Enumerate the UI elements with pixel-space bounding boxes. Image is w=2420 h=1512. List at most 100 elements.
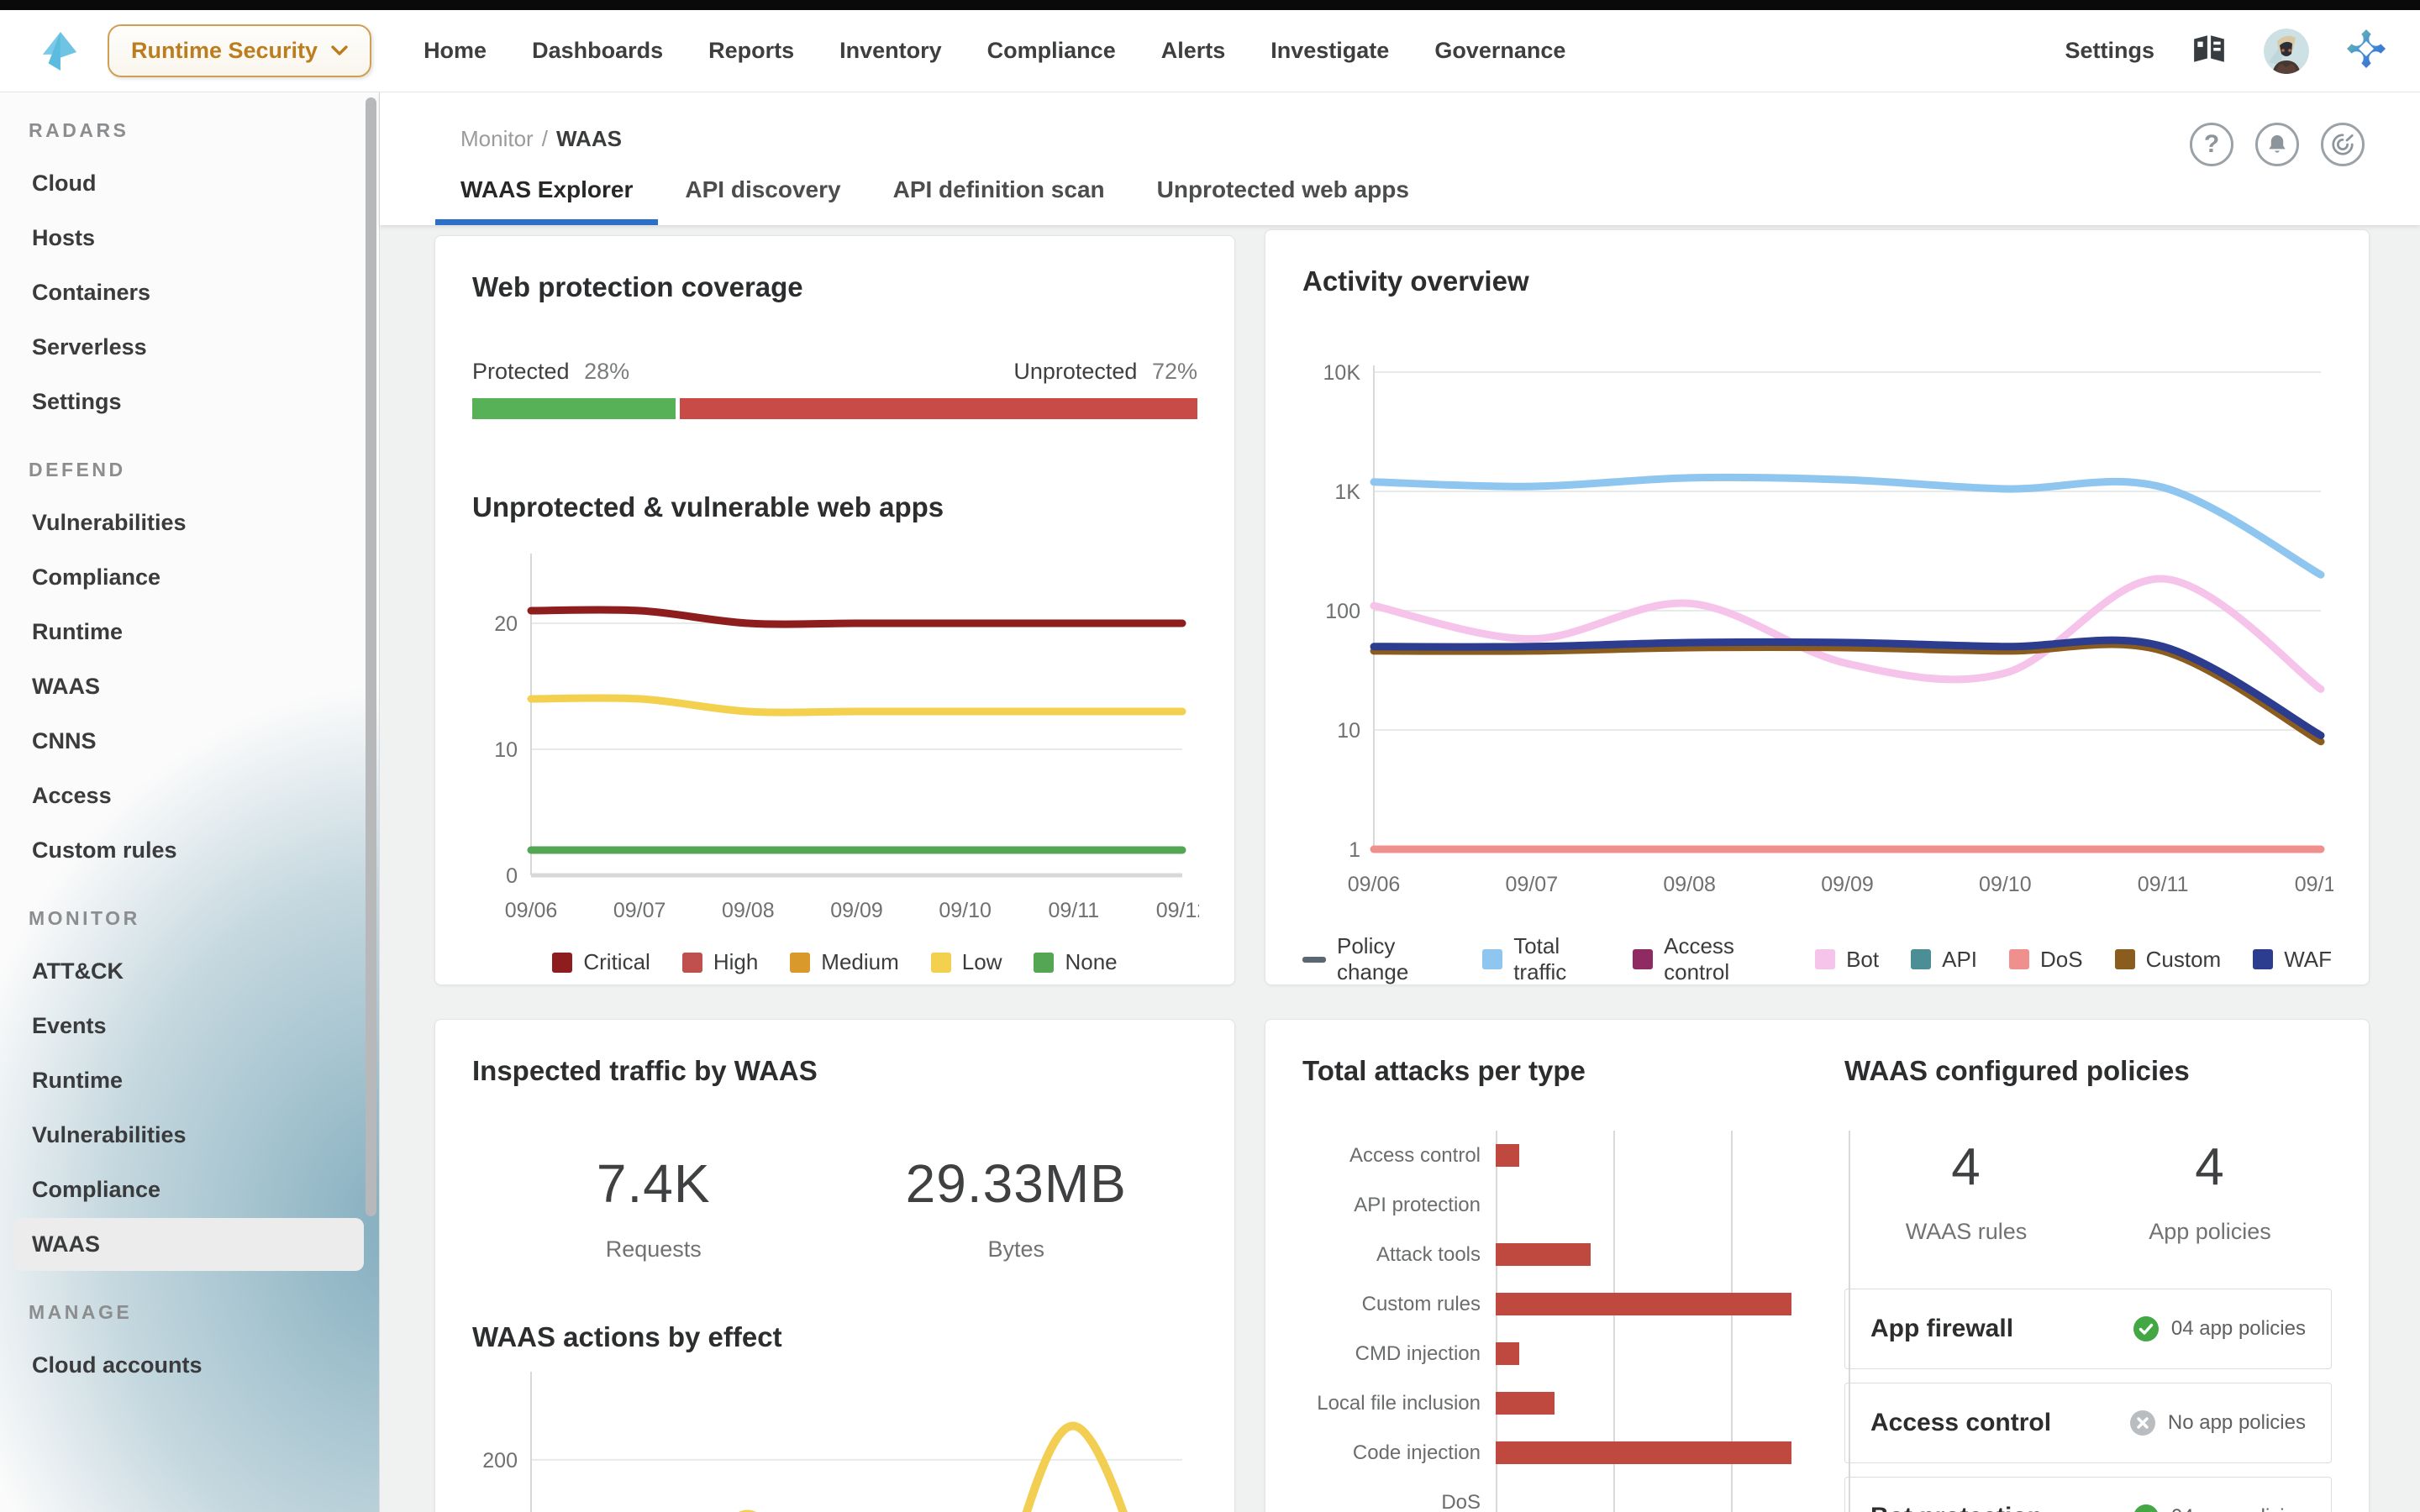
sidebar-item-monitor-att-ck[interactable]: ATT&CK xyxy=(13,945,364,998)
bar-value[interactable] xyxy=(1496,1392,1555,1415)
sidebar-item-defend-access[interactable]: Access xyxy=(13,769,364,822)
legend-swatch-medium xyxy=(790,953,810,973)
bar-label: CMD injection xyxy=(1302,1342,1496,1366)
tab-api-definition-scan[interactable]: API definition scan xyxy=(893,176,1105,225)
nav-item-alerts[interactable]: Alerts xyxy=(1161,38,1226,64)
bar-value[interactable] xyxy=(1496,1144,1519,1167)
legend-swatch-api xyxy=(1911,949,1931,969)
bar-value[interactable] xyxy=(1496,1293,1791,1315)
svg-text:0: 0 xyxy=(506,864,518,888)
legend-item-api[interactable]: API xyxy=(1911,947,1977,973)
svg-text:09/10: 09/10 xyxy=(939,899,992,922)
notifications-bell-icon[interactable] xyxy=(2255,123,2299,166)
sidebar-item-radars-settings[interactable]: Settings xyxy=(13,375,364,428)
sidebar-item-defend-vulnerabilities[interactable]: Vulnerabilities xyxy=(13,496,364,549)
sidebar-scrollbar[interactable] xyxy=(366,97,376,1216)
card-attacks-and-policies: Total attacks per type Access controlAPI… xyxy=(1265,1019,2370,1512)
policy-status: 04 app policies xyxy=(2133,1315,2306,1342)
legend-label: Low xyxy=(962,949,1002,975)
policy-row-bot-protection[interactable]: Bot protection04 app policies xyxy=(1844,1477,2332,1512)
tab-api-discovery[interactable]: API discovery xyxy=(685,176,840,225)
prisma-star-icon[interactable] xyxy=(2346,29,2386,73)
sidebar-item-radars-cloud[interactable]: Cloud xyxy=(13,157,364,210)
legend-item-none[interactable]: None xyxy=(1034,949,1117,975)
nav-item-investigate[interactable]: Investigate xyxy=(1270,38,1389,64)
legend-item-custom[interactable]: Custom xyxy=(2115,947,2222,973)
nav-item-compliance[interactable]: Compliance xyxy=(987,38,1116,64)
prisma-compute-logo-icon[interactable] xyxy=(40,29,79,73)
sidebar-item-radars-containers[interactable]: Containers xyxy=(13,266,364,319)
sidebar-item-defend-waas[interactable]: WAAS xyxy=(13,660,364,713)
bar-label: Custom rules xyxy=(1302,1293,1496,1316)
docs-book-icon[interactable] xyxy=(2191,34,2227,68)
svg-text:09/11: 09/11 xyxy=(1048,899,1099,922)
protected-segment xyxy=(472,398,676,419)
legend-item-access-control[interactable]: Access control xyxy=(1633,933,1783,985)
legend-label: High xyxy=(713,949,758,975)
tour-target-icon[interactable] xyxy=(2321,123,2365,166)
series-low xyxy=(531,698,1182,712)
help-icon[interactable]: ? xyxy=(2190,123,2233,166)
breadcrumb-parent[interactable]: Monitor xyxy=(460,126,534,151)
sidebar-item-defend-custom-rules[interactable]: Custom rules xyxy=(13,824,364,877)
sidebar-item-defend-compliance[interactable]: Compliance xyxy=(13,551,364,604)
svg-text:09/10: 09/10 xyxy=(1979,873,2032,896)
nav-item-reports[interactable]: Reports xyxy=(708,38,794,64)
nav-item-inventory[interactable]: Inventory xyxy=(839,38,942,64)
tab-unprotected-web-apps[interactable]: Unprotected web apps xyxy=(1157,176,1409,225)
sidebar-item-manage-cloud-accounts[interactable]: Cloud accounts xyxy=(13,1339,364,1392)
legend-item-dos[interactable]: DoS xyxy=(2009,947,2083,973)
legend-label: Critical xyxy=(583,949,650,975)
bar-value[interactable] xyxy=(1496,1243,1591,1266)
bar-label: Access control xyxy=(1302,1144,1496,1168)
legend-item-policy-change[interactable]: Policy change xyxy=(1302,933,1450,985)
legend-item-medium[interactable]: Medium xyxy=(790,949,898,975)
card-activity-overview: Activity overview 10K1K10010109/0609/070… xyxy=(1265,229,2370,985)
legend-item-bot[interactable]: Bot xyxy=(1815,947,1879,973)
nav-item-settings[interactable]: Settings xyxy=(2065,38,2154,64)
policy-row-access-control[interactable]: Access controlNo app policies xyxy=(1844,1383,2332,1463)
bar-track xyxy=(1496,1329,1850,1378)
top-nav-right: Settings xyxy=(2065,29,2386,74)
sidebar-item-monitor-events[interactable]: Events xyxy=(13,1000,364,1053)
sidebar-item-defend-runtime[interactable]: Runtime xyxy=(13,606,364,659)
nav-item-dashboards[interactable]: Dashboards xyxy=(532,38,663,64)
legend-item-low[interactable]: Low xyxy=(931,949,1002,975)
bar-row-custom-rules: Custom rules xyxy=(1302,1279,1844,1329)
bar-value[interactable] xyxy=(1496,1441,1791,1464)
legend-label: WAF xyxy=(2284,947,2332,973)
sidebar-item-radars-serverless[interactable]: Serverless xyxy=(13,321,364,374)
sidebar-item-defend-cnns[interactable]: CNNS xyxy=(13,715,364,768)
unprotected-vulnerable-web-apps-svg: 0102009/0609/0709/0809/0909/1009/1109/12 xyxy=(472,543,1199,938)
card-title: Unprotected & vulnerable web apps xyxy=(472,491,1197,523)
breadcrumb-separator: / xyxy=(542,126,548,151)
bar-label: Code injection xyxy=(1302,1441,1496,1465)
sidebar-item-monitor-compliance[interactable]: Compliance xyxy=(13,1163,364,1216)
legend-item-high[interactable]: High xyxy=(682,949,758,975)
sidebar-item-monitor-runtime[interactable]: Runtime xyxy=(13,1054,364,1107)
bar-value[interactable] xyxy=(1496,1342,1519,1365)
header-actions: ? xyxy=(2190,123,2365,166)
card-title: Total attacks per type xyxy=(1302,1055,1844,1087)
sidebar-item-monitor-waas[interactable]: WAAS xyxy=(13,1218,364,1271)
x-circle-icon xyxy=(2129,1410,2156,1436)
series-custom xyxy=(1374,644,2321,742)
bar-row-dos: DoS xyxy=(1302,1478,1844,1512)
breadcrumb-current: WAAS xyxy=(556,126,622,151)
svg-text:09/12: 09/12 xyxy=(2295,873,2333,896)
legend-item-critical[interactable]: Critical xyxy=(552,949,650,975)
sidebar-item-monitor-vulnerabilities[interactable]: Vulnerabilities xyxy=(13,1109,364,1162)
breadcrumb: Monitor / WAAS xyxy=(460,126,622,152)
svg-text:09/06: 09/06 xyxy=(1348,873,1401,896)
legend-label: Policy change xyxy=(1337,933,1450,985)
product-switcher[interactable]: Runtime Security xyxy=(108,24,371,77)
nav-item-governance[interactable]: Governance xyxy=(1434,38,1565,64)
legend-item-total-traffic[interactable]: Total traffic xyxy=(1482,933,1601,985)
tab-waas-explorer[interactable]: WAAS Explorer xyxy=(460,176,633,225)
sidebar-item-radars-hosts[interactable]: Hosts xyxy=(13,212,364,265)
legend-swatch-custom xyxy=(2115,949,2135,969)
nav-item-home[interactable]: Home xyxy=(424,38,487,64)
policy-row-app-firewall[interactable]: App firewall04 app policies xyxy=(1844,1289,2332,1369)
avatar[interactable] xyxy=(2264,29,2309,74)
legend-item-waf[interactable]: WAF xyxy=(2253,947,2332,973)
